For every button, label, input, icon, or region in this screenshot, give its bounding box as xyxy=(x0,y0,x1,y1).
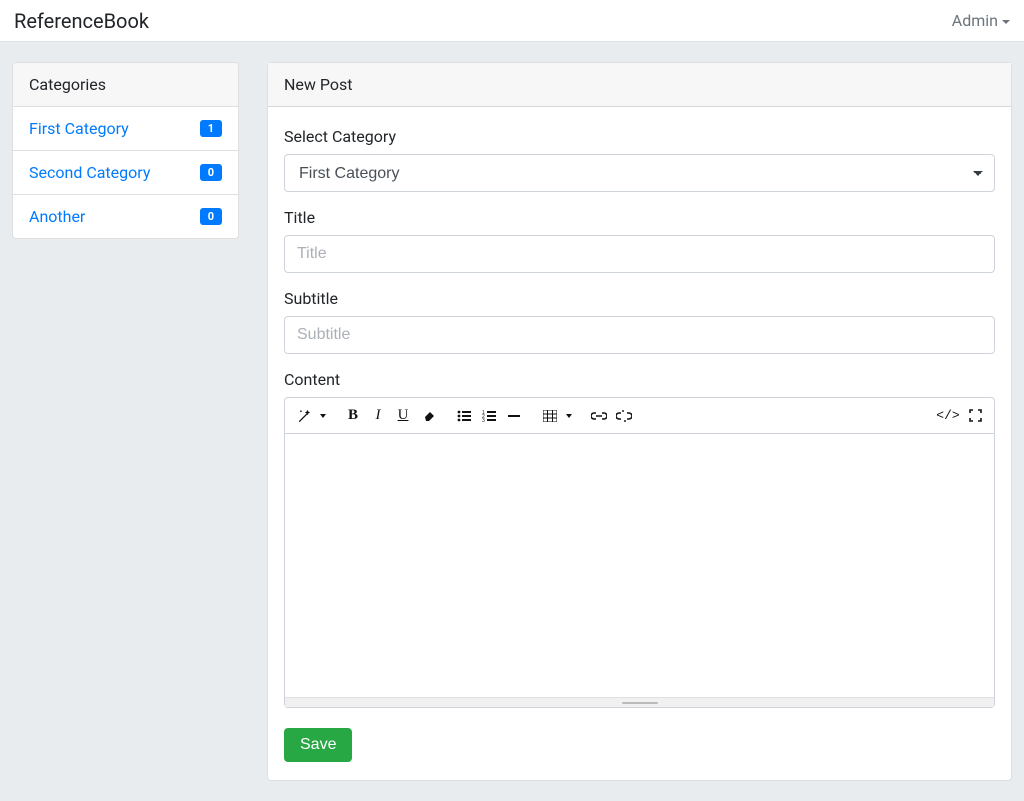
editor-toolbar: B I U xyxy=(285,398,994,434)
subtitle-input[interactable] xyxy=(284,316,995,354)
count-badge: 1 xyxy=(200,120,222,137)
ordered-list-button[interactable]: 123 xyxy=(478,405,500,427)
code-icon: </> xyxy=(936,408,959,423)
caret-down-icon xyxy=(320,414,326,418)
caret-down-icon xyxy=(566,414,572,418)
clear-format-button[interactable] xyxy=(417,405,439,427)
underline-button[interactable]: U xyxy=(392,405,414,427)
style-caret[interactable] xyxy=(318,405,328,427)
link-button[interactable] xyxy=(588,405,610,427)
editor-resize-handle[interactable] xyxy=(285,697,994,707)
sidebar-item-label: Second Category xyxy=(29,163,150,182)
fullscreen-button[interactable] xyxy=(964,405,986,427)
list-ol-icon: 123 xyxy=(482,410,496,422)
italic-button[interactable]: I xyxy=(367,405,389,427)
sidebar-item-second-category[interactable]: Second Category 0 xyxy=(13,150,238,194)
brand-link[interactable]: ReferenceBook xyxy=(14,9,149,33)
table-caret[interactable] xyxy=(564,405,574,427)
category-select[interactable]: First Category xyxy=(284,154,995,192)
eraser-icon xyxy=(422,410,435,422)
bold-icon: B xyxy=(348,407,358,424)
table-icon xyxy=(543,410,557,422)
list-ul-icon xyxy=(457,410,471,422)
user-dropdown[interactable]: Admin xyxy=(952,11,1010,30)
new-post-card: New Post Select Category First Category … xyxy=(267,62,1012,781)
minus-icon xyxy=(507,409,521,423)
sidebar-item-label: First Category xyxy=(29,119,129,138)
main-content: New Post Select Category First Category … xyxy=(267,62,1012,781)
unlink-button[interactable] xyxy=(613,405,635,427)
caret-down-icon xyxy=(1002,20,1010,24)
magic-wand-icon xyxy=(297,409,311,423)
unordered-list-button[interactable] xyxy=(453,405,475,427)
svg-text:3: 3 xyxy=(482,418,485,422)
sidebar-heading: Categories xyxy=(13,63,238,106)
sidebar-item-first-category[interactable]: First Category 1 xyxy=(13,106,238,150)
content-editable[interactable] xyxy=(285,434,994,697)
user-label: Admin xyxy=(952,11,998,30)
bold-button[interactable]: B xyxy=(342,405,364,427)
table-button[interactable] xyxy=(539,405,561,427)
title-input[interactable] xyxy=(284,235,995,273)
navbar: ReferenceBook Admin xyxy=(0,0,1024,42)
sidebar-item-another[interactable]: Another 0 xyxy=(13,194,238,238)
category-label: Select Category xyxy=(284,127,995,146)
code-view-button[interactable]: </> xyxy=(935,405,961,427)
horizontal-rule-button[interactable] xyxy=(503,405,525,427)
sidebar-item-label: Another xyxy=(29,207,85,226)
sidebar: Categories First Category 1 Second Categ… xyxy=(12,62,239,781)
underline-icon: U xyxy=(398,407,409,424)
magic-style-button[interactable] xyxy=(293,405,315,427)
save-button[interactable]: Save xyxy=(284,728,352,762)
link-icon xyxy=(591,410,607,422)
count-badge: 0 xyxy=(200,164,222,181)
fullscreen-icon xyxy=(969,409,982,422)
subtitle-label: Subtitle xyxy=(284,289,995,308)
card-heading: New Post xyxy=(268,63,1011,107)
rich-text-editor: B I U xyxy=(284,397,995,708)
unlink-icon xyxy=(616,409,632,423)
count-badge: 0 xyxy=(200,208,222,225)
title-label: Title xyxy=(284,208,995,227)
italic-icon: I xyxy=(376,407,381,424)
content-label: Content xyxy=(284,370,995,389)
